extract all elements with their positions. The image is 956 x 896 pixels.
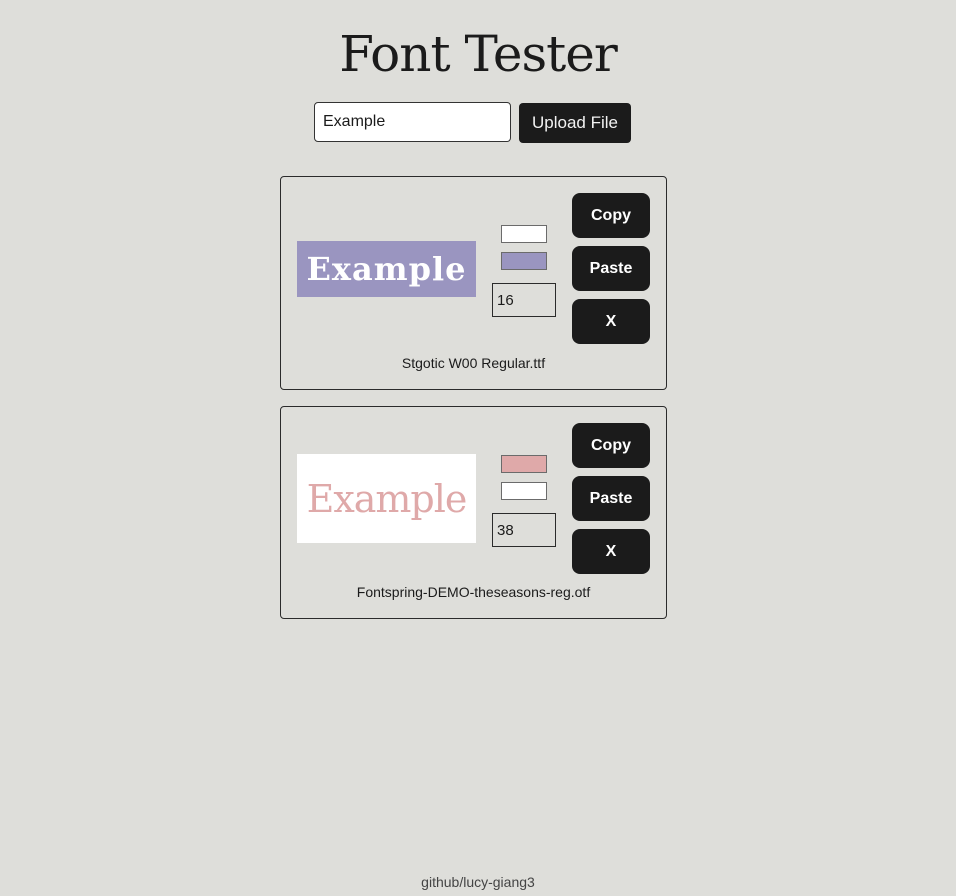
- text-color-swatch[interactable]: [501, 225, 547, 243]
- card-actions: Copy Paste X: [572, 423, 650, 574]
- font-card: Example Copy Paste X Stgotic W00 Regular…: [280, 176, 667, 390]
- font-size-input[interactable]: [492, 283, 556, 317]
- paste-button[interactable]: Paste: [572, 476, 650, 521]
- copy-button[interactable]: Copy: [572, 193, 650, 238]
- upload-file-button[interactable]: Upload File: [519, 103, 631, 143]
- toolbar: Upload File: [314, 102, 631, 143]
- sample-text-input[interactable]: [314, 102, 511, 142]
- card-actions: Copy Paste X: [572, 193, 650, 344]
- text-color-swatch[interactable]: [501, 455, 547, 473]
- background-color-swatch[interactable]: [501, 482, 547, 500]
- remove-button[interactable]: X: [572, 529, 650, 574]
- remove-button[interactable]: X: [572, 299, 650, 344]
- font-preview: Example: [297, 454, 476, 543]
- font-size-input[interactable]: [492, 513, 556, 547]
- font-filename: Stgotic W00 Regular.ttf: [401, 355, 546, 371]
- font-filename: Fontspring-DEMO-theseasons-reg.otf: [356, 584, 591, 600]
- footer-link[interactable]: github/lucy-giang3: [0, 874, 956, 890]
- page-title: Font Tester: [339, 25, 618, 83]
- font-card: Example Copy Paste X Fontspring-DEMO-the…: [280, 406, 667, 619]
- font-preview: Example: [297, 241, 476, 297]
- paste-button[interactable]: Paste: [572, 246, 650, 291]
- background-color-swatch[interactable]: [501, 252, 547, 270]
- copy-button[interactable]: Copy: [572, 423, 650, 468]
